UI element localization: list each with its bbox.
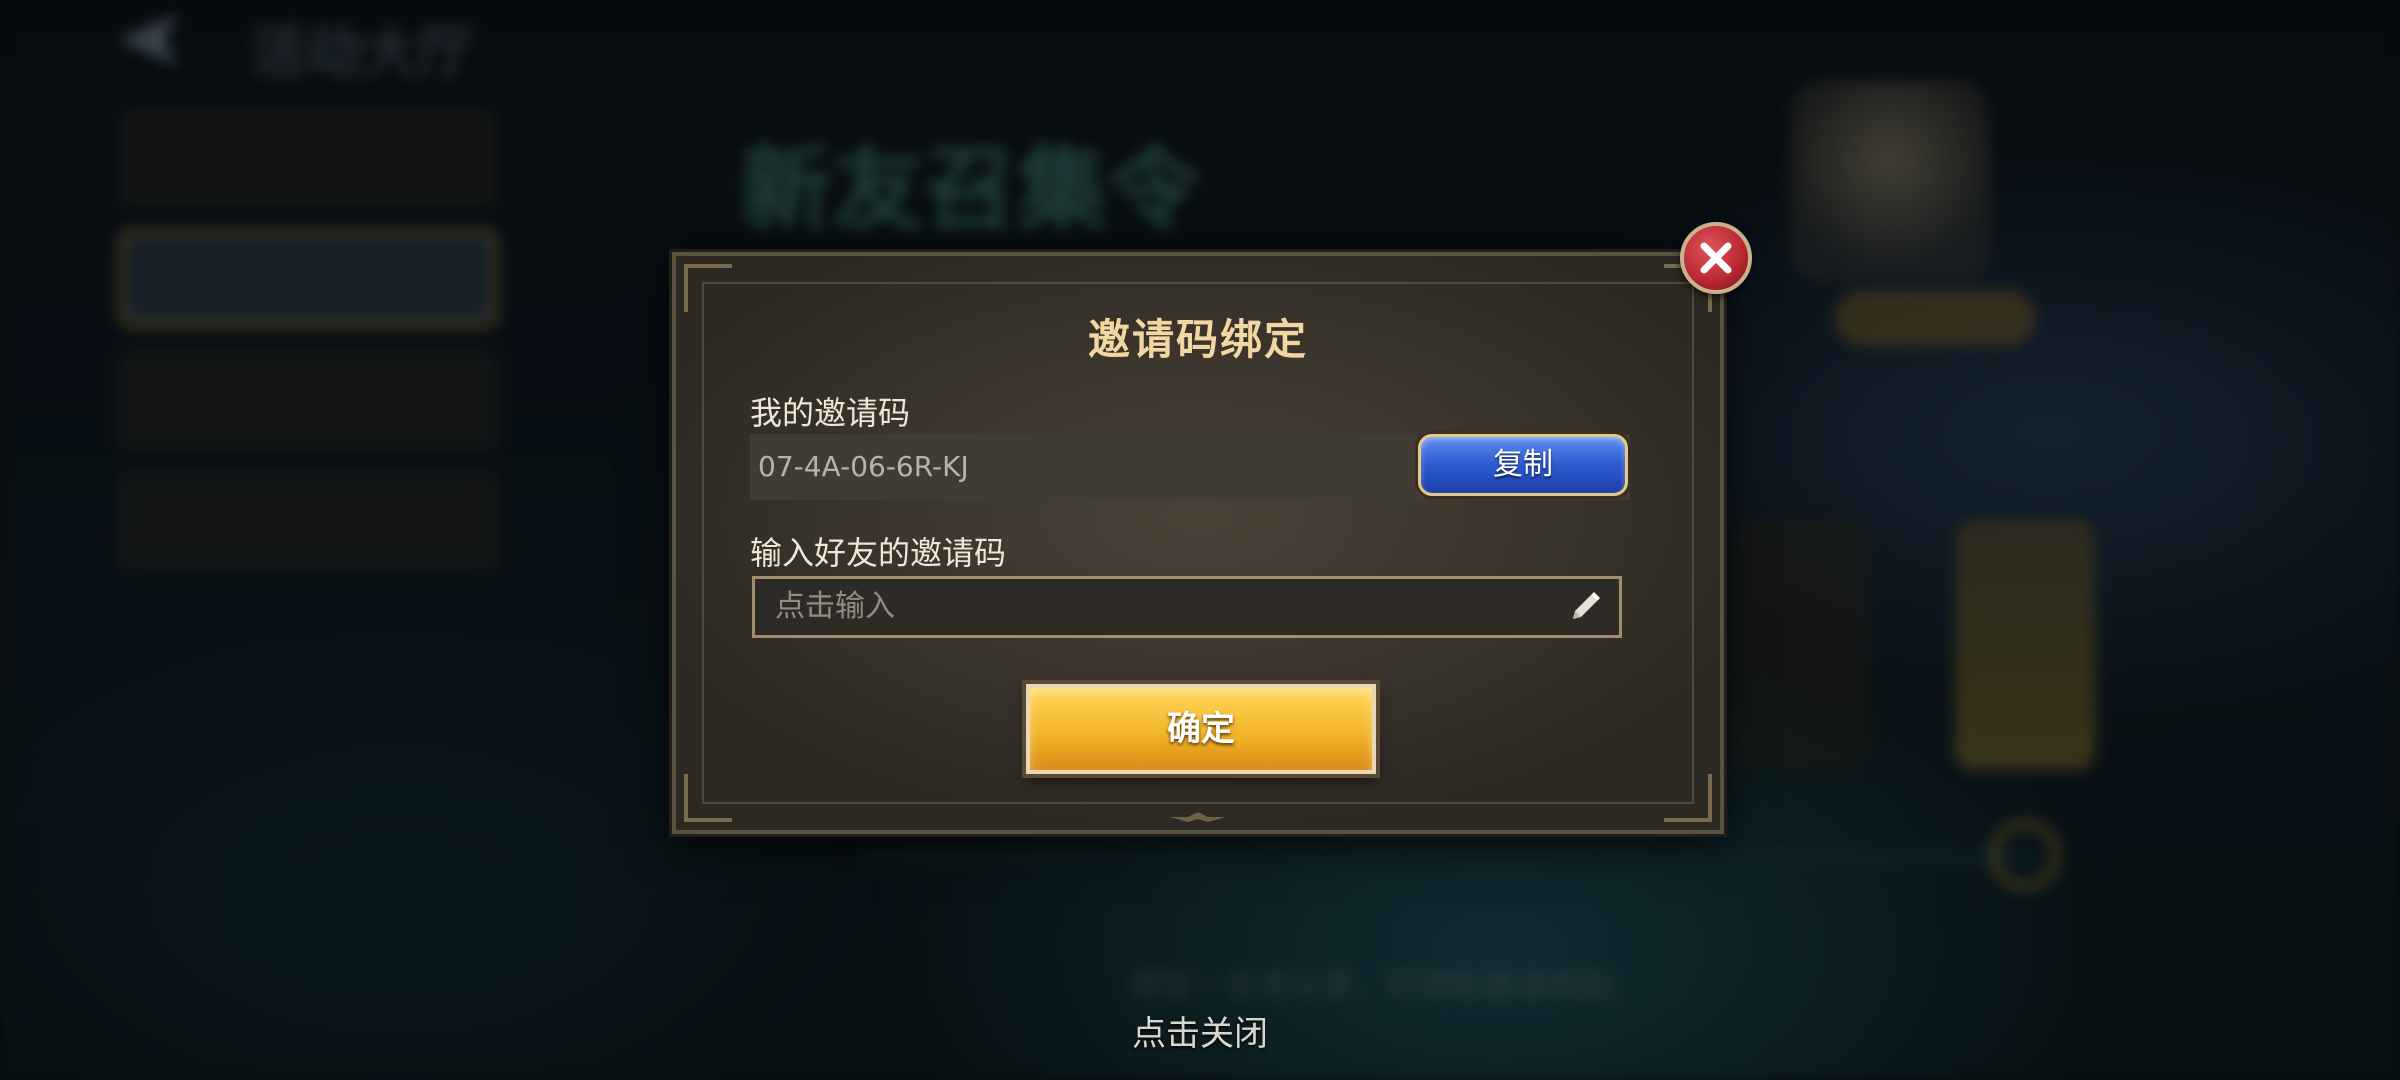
friend-invite-code-label: 输入好友的邀请码 <box>750 534 1007 572</box>
my-invite-code-value: 07-4A-06-6R-KJ <box>758 450 969 483</box>
friend-invite-code-input[interactable]: 点击输入 <box>752 576 1622 638</box>
close-icon <box>1700 242 1732 274</box>
frame-corner-ornament <box>684 264 732 312</box>
invite-code-dialog: 邀请码绑定 我的邀请码 07-4A-06-6R-KJ 复制 输入好友的邀请码 点… <box>672 252 1724 834</box>
copy-button[interactable]: 复制 <box>1418 434 1628 496</box>
tap-to-close-hint[interactable]: 点击关闭 <box>0 1006 2400 1055</box>
confirm-button[interactable]: 确定 <box>1026 684 1376 774</box>
frame-corner-ornament <box>684 774 732 822</box>
close-button[interactable] <box>1680 222 1752 294</box>
friend-invite-code-placeholder: 点击输入 <box>775 589 895 624</box>
bottom-ornament-icon <box>1170 812 1226 822</box>
dialog-title: 邀请码绑定 <box>1087 315 1308 364</box>
frame-corner-ornament <box>1664 774 1712 822</box>
my-invite-code-label: 我的邀请码 <box>750 394 911 432</box>
pencil-icon[interactable] <box>1567 589 1603 625</box>
